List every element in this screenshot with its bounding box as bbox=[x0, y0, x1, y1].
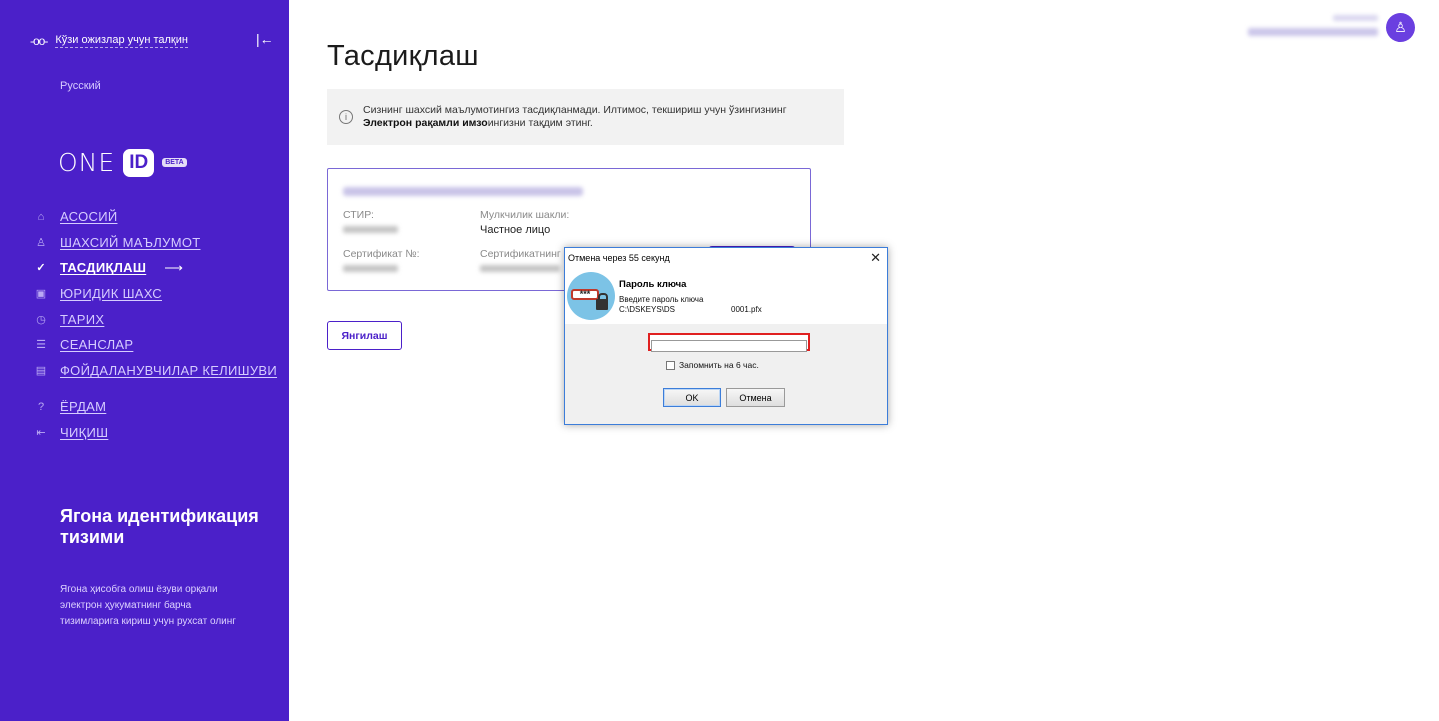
key-password-dialog: Отмена через 55 секунд ✕ *** Пароль ключ… bbox=[564, 247, 888, 425]
list-icon: ☰ bbox=[36, 339, 46, 352]
cancel-button[interactable]: Отмена bbox=[726, 388, 785, 407]
home-icon: ⌂ bbox=[37, 211, 45, 223]
user-name-blurred[interactable] bbox=[1248, 28, 1378, 36]
nav-item-logout[interactable]: ⇤ ЧИҚИШ bbox=[34, 424, 284, 450]
check-circle-icon: ✓ bbox=[36, 262, 46, 275]
cert-number-label: Сертификат №: bbox=[343, 248, 420, 260]
sidebar-nav: ⌂ АСОСИЙ ♙ ШАХСИЙ МАЪЛУМОТ ✓ ТАСДИҚЛАШ ⟶… bbox=[34, 208, 284, 450]
logout-icon: ⇤ bbox=[36, 426, 46, 439]
info-description: Ягона ҳисобга олиш ёзуви орқали электрон… bbox=[60, 584, 236, 627]
stir-value-blurred bbox=[343, 226, 398, 233]
document-icon: ▤ bbox=[35, 365, 47, 378]
clock-icon: ◷ bbox=[36, 313, 46, 326]
briefcase-icon: ▣ bbox=[35, 288, 47, 301]
dialog-body: Запомнить на 6 час. OK Отмена bbox=[565, 324, 887, 424]
info-icon: i bbox=[339, 110, 353, 124]
help-icon: ? bbox=[37, 401, 45, 414]
notice-text-bold: Электрон рақамли имзо bbox=[363, 117, 488, 129]
accessibility-toggle[interactable]: -oo- Кўзи ожизлар учун талқин bbox=[30, 34, 188, 48]
dialog-subtext: Введите пароль ключа C:\DSKEYS\DS 0001.pf… bbox=[619, 295, 762, 315]
nav-item-label: ЮРИДИК ШАХС bbox=[60, 286, 162, 302]
nav-item-user-agreement[interactable]: ▤ ФОЙДАЛАНУВЧИЛАР КЕЛИШУВИ bbox=[34, 362, 284, 398]
oneid-logo: ONE ID BETA bbox=[58, 148, 187, 177]
notice-text-part: ингизни тақдим этинг. bbox=[487, 117, 593, 129]
nav-item-help[interactable]: ? ЁРДАМ bbox=[34, 398, 284, 424]
avatar[interactable]: ♙ bbox=[1386, 13, 1415, 42]
nav-item-home[interactable]: ⌂ АСОСИЙ bbox=[34, 208, 284, 234]
collapse-sidebar-icon[interactable]: |← bbox=[256, 31, 274, 47]
verification-notice: i Сизнинг шахсий маълумотингиз тасдиқлан… bbox=[327, 89, 844, 145]
nav-item-personal-data[interactable]: ♙ ШАХСИЙ МАЪЛУМОТ bbox=[34, 234, 284, 260]
refresh-button[interactable]: Янгилаш bbox=[327, 321, 402, 350]
remember-checkbox[interactable] bbox=[666, 360, 675, 370]
notice-text: Сизнинг шахсий маълумотингиз тасдиқланма… bbox=[363, 104, 787, 130]
glasses-icon: -oo- bbox=[30, 34, 48, 48]
key-path-suffix: 0001.pfx bbox=[731, 305, 762, 314]
accessibility-label: Кўзи ожизлар учун талқин bbox=[55, 34, 188, 48]
logo-one: ONE bbox=[58, 148, 116, 177]
nav-item-legal-entity[interactable]: ▣ ЮРИДИК ШАХС bbox=[34, 285, 284, 311]
stir-label: СТИР: bbox=[343, 209, 374, 221]
nav-item-label: СЕАНСЛАР bbox=[60, 337, 134, 353]
dialog-prompt: Введите пароль ключа bbox=[619, 295, 704, 304]
remember-label: Запомнить на 6 час. bbox=[679, 360, 759, 370]
key-path-prefix: C:\DSKEYS\DS bbox=[619, 305, 676, 314]
page-title: Тасдиқлаш bbox=[327, 40, 479, 72]
dialog-title: Отмена через 55 секунд bbox=[568, 253, 670, 263]
cert-period-blurred bbox=[480, 265, 560, 272]
notice-text-part: Сизнинг шахсий маълумотингиз тасдиқланма… bbox=[363, 104, 787, 116]
nav-item-history[interactable]: ◷ ТАРИХ bbox=[34, 311, 284, 337]
nav-item-label: ФОЙДАЛАНУВЧИЛАР КЕЛИШУВИ bbox=[60, 363, 278, 379]
key-password-icon: *** bbox=[567, 272, 615, 320]
dialog-heading: Пароль ключа bbox=[619, 279, 687, 290]
ownership-label: Мулкчилик шакли: bbox=[480, 209, 570, 221]
nav-item-label: ЧИҚИШ bbox=[60, 424, 109, 440]
close-icon[interactable]: ✕ bbox=[870, 250, 881, 266]
user-role-blurred bbox=[1333, 15, 1378, 21]
logo-id: ID bbox=[123, 148, 155, 177]
remember-option[interactable]: Запомнить на 6 час. bbox=[666, 360, 759, 370]
nav-item-label: ТАСДИҚЛАШ bbox=[60, 260, 147, 276]
beta-badge: BETA bbox=[162, 158, 187, 167]
nav-item-sessions[interactable]: ☰ СЕАНСЛАР bbox=[34, 336, 284, 362]
certificate-owner-blurred bbox=[343, 187, 583, 196]
nav-item-label: ШАХСИЙ МАЪЛУМОТ bbox=[60, 234, 201, 250]
nav-item-label: ЁРДАМ bbox=[60, 399, 107, 415]
arrow-right-icon: ⟶ bbox=[164, 260, 183, 276]
language-switch[interactable]: Русский bbox=[60, 80, 101, 92]
user-icon: ♙ bbox=[1394, 19, 1407, 35]
password-field-highlight bbox=[648, 333, 810, 352]
nav-item-label: ТАРИХ bbox=[60, 311, 105, 327]
ownership-value: Частное лицо bbox=[480, 224, 551, 236]
cert-period-label: Сертификатнинг bbox=[480, 248, 561, 260]
cert-number-blurred bbox=[343, 265, 398, 272]
user-icon: ♙ bbox=[36, 236, 46, 249]
password-input[interactable] bbox=[651, 340, 807, 352]
nav-item-label: АСОСИЙ bbox=[60, 209, 118, 224]
ok-button[interactable]: OK bbox=[663, 388, 721, 407]
sidebar: -oo- Кўзи ожизлар учун талқин |← Русский… bbox=[0, 0, 289, 721]
info-title: Ягона идентификация тизими bbox=[60, 506, 259, 547]
nav-item-verification[interactable]: ✓ ТАСДИҚЛАШ ⟶ bbox=[34, 259, 284, 285]
lock-icon bbox=[596, 293, 608, 310]
